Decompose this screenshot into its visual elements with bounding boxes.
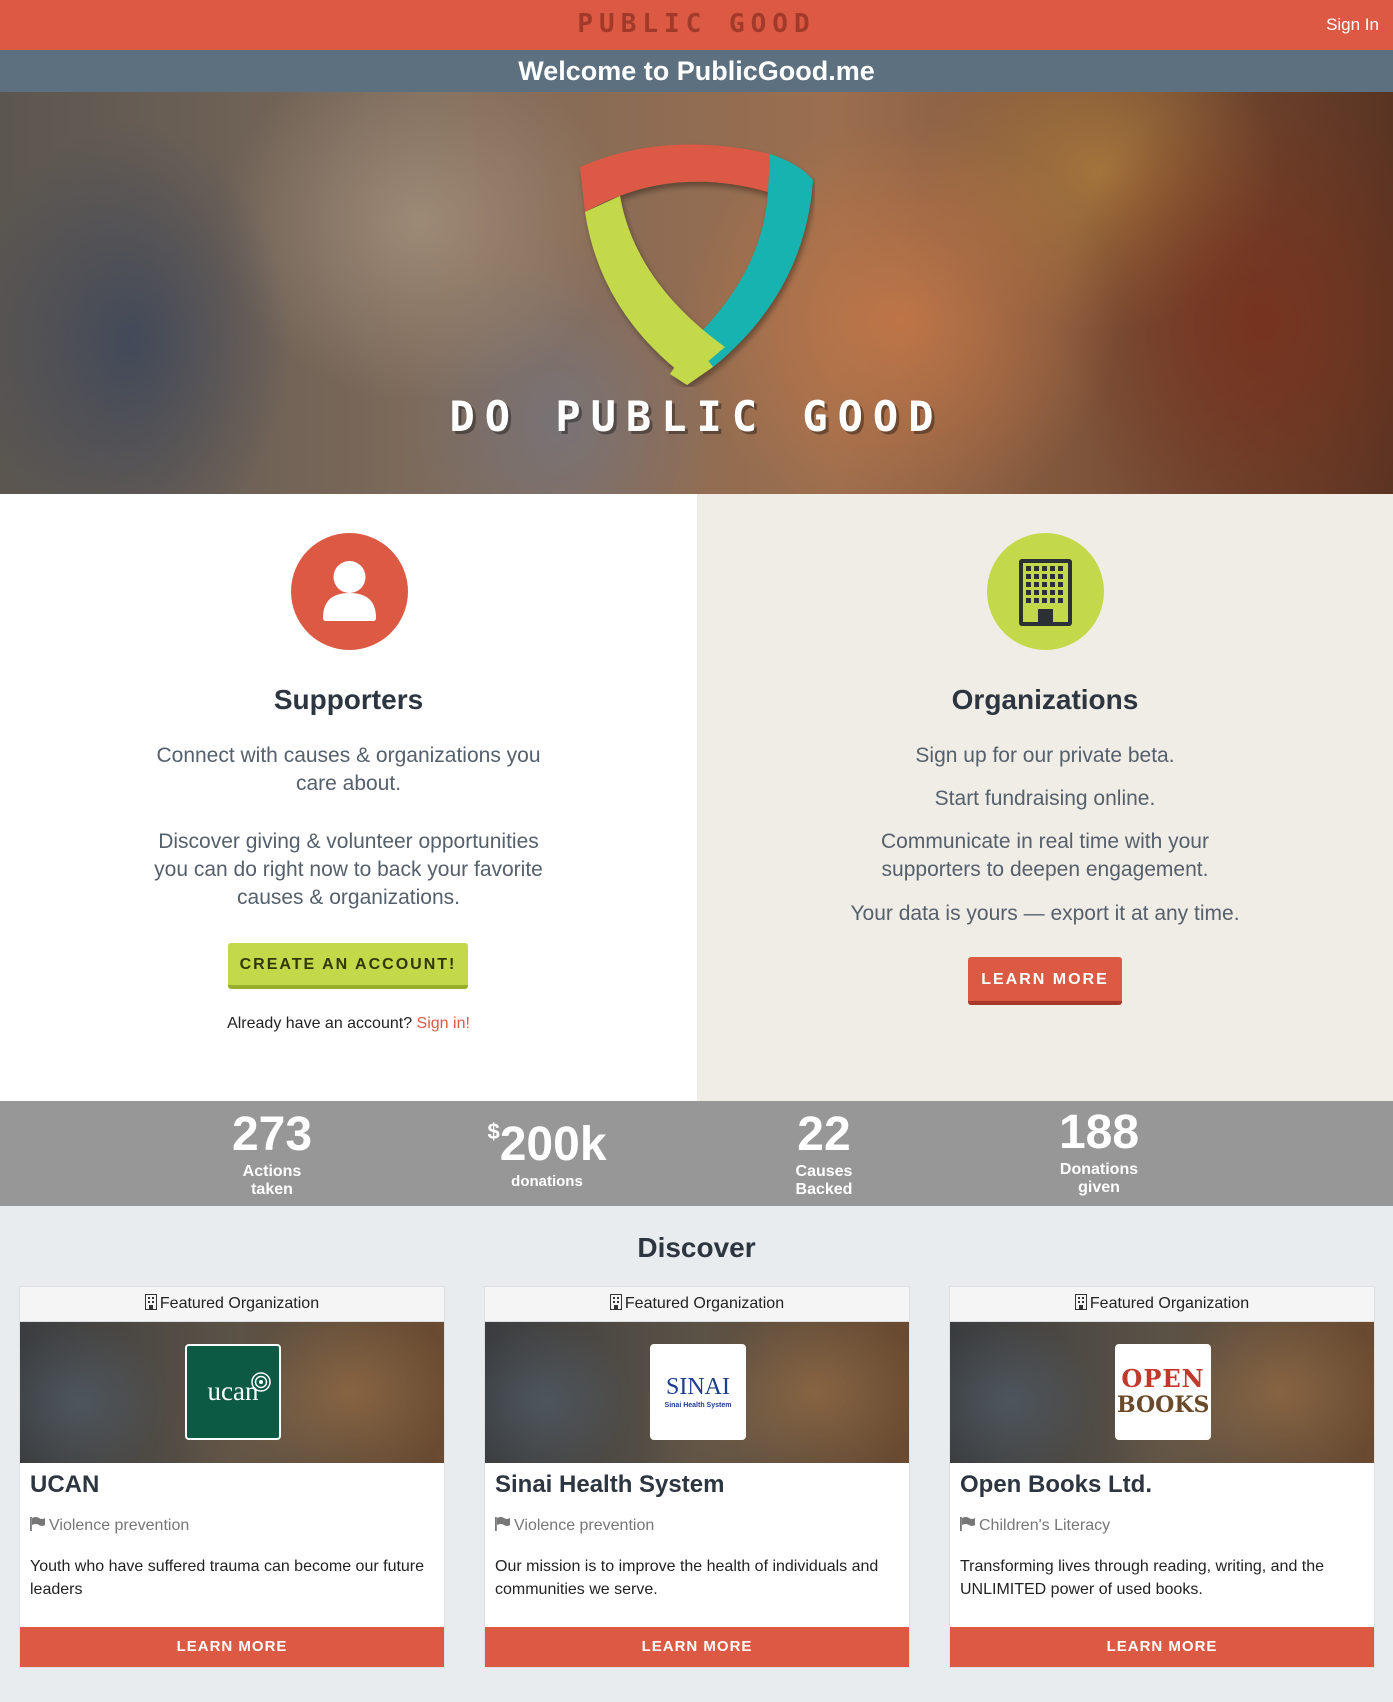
sinai-logo[interactable]: SINAI Sinai Health System [650, 1344, 746, 1440]
logo-subtext: Sinai Health System [664, 1402, 732, 1409]
flag-icon [960, 1517, 975, 1532]
stat-number: 188 [1058, 1106, 1140, 1159]
supporters-title: Supporters [273, 684, 424, 715]
stat-label: donations [511, 1173, 583, 1190]
brand-logo[interactable]: PUBLIC GOOD [0, 9, 1393, 39]
already-have-account: Already have an account? Sign in! [0, 1015, 697, 1033]
stat-label: Donations given [1059, 1161, 1139, 1196]
stats-bar: 273 Actions taken $200k donations 22 Cau… [0, 1101, 1393, 1206]
stat-donations-given: 188 Donations given [999, 1105, 1199, 1197]
stat-currency: $ [487, 1119, 500, 1144]
already-text: Already have an account? [227, 1015, 413, 1032]
card-category: Violence prevention [495, 1517, 654, 1535]
card-title[interactable]: Sinai Health System [495, 1471, 724, 1499]
card-description: Our mission is to improve the health of … [495, 1558, 879, 1598]
hero-section: DO PUBLIC GOOD [0, 92, 1393, 494]
building-icon [1019, 559, 1072, 626]
card-title[interactable]: UCAN [30, 1471, 99, 1499]
card-header-label: Featured Organization [159, 1295, 320, 1312]
stat-label: Actions taken [242, 1163, 302, 1198]
spiral-icon [251, 1372, 271, 1392]
stat-causes: 22 Causes Backed [724, 1107, 924, 1199]
stat-label: Causes Backed [795, 1163, 853, 1198]
building-icon [609, 1294, 622, 1311]
ucan-logo[interactable]: ucan [185, 1344, 281, 1440]
stat-number: 22 [797, 1108, 851, 1161]
supporters-panel: Supporters Connect with causes & organiz… [0, 494, 697, 1101]
building-icon [144, 1294, 157, 1311]
welcome-banner: Welcome to PublicGood.me [0, 50, 1393, 92]
category-label: Violence prevention [49, 1517, 190, 1534]
shield-logo-icon [580, 144, 813, 385]
hero-title: DO PUBLIC GOOD [449, 392, 944, 441]
card-header: Featured Organization [485, 1287, 909, 1322]
category-label: Violence prevention [514, 1517, 655, 1534]
org-learn-more-button[interactable]: LEARN MORE [968, 957, 1122, 1005]
flag-icon [30, 1517, 45, 1532]
flag-icon [495, 1517, 510, 1532]
card-category: Violence prevention [30, 1517, 189, 1535]
card-header: Featured Organization [20, 1287, 444, 1322]
logo-subtext: BOOKS [1117, 1392, 1210, 1418]
featured-org-card: Featured Organization OPEN BOOKS Open Bo… [949, 1286, 1375, 1668]
card-description: Youth who have suffered trauma can becom… [30, 1558, 425, 1598]
card-banner: SINAI Sinai Health System [485, 1322, 909, 1463]
card-header-label: Featured Organization [1089, 1295, 1250, 1312]
org-line-fundraising: Start fundraising online. [934, 787, 1156, 810]
stat-donations-amount: $200k donations [447, 1117, 647, 1191]
card-learn-more-button[interactable]: LEARN MORE [485, 1627, 909, 1667]
discover-title: Discover [637, 1232, 756, 1263]
org-line-communicate: Communicate in real time with your suppo… [881, 830, 1209, 881]
sign-in-inline-link[interactable]: Sign in! [417, 1015, 470, 1032]
card-banner: OPEN BOOKS [950, 1322, 1374, 1463]
sign-in-link[interactable]: Sign In [1326, 15, 1379, 35]
card-banner: ucan [20, 1322, 444, 1463]
card-category: Children's Literacy [960, 1517, 1110, 1535]
organizations-panel: Organizations Sign up for our private be… [697, 494, 1393, 1101]
organizations-title: Organizations [951, 684, 1139, 715]
open-books-logo[interactable]: OPEN BOOKS [1115, 1344, 1211, 1440]
create-account-button[interactable]: CREATE AN ACCOUNT! [228, 943, 468, 989]
org-line-data: Your data is yours — export it at any ti… [850, 902, 1240, 925]
card-description: Transforming lives through reading, writ… [960, 1558, 1325, 1598]
card-learn-more-button[interactable]: LEARN MORE [950, 1627, 1374, 1667]
card-header-label: Featured Organization [624, 1295, 785, 1312]
building-icon [1074, 1294, 1087, 1311]
user-icon [322, 561, 376, 621]
logo-text: OPEN [1121, 1364, 1205, 1393]
stat-number: 200k [499, 1118, 607, 1171]
featured-org-card: Featured Organization ucan UCAN Violence… [19, 1286, 445, 1668]
category-label: Children's Literacy [979, 1517, 1111, 1534]
supporters-intro: Connect with causes & organizations you … [156, 744, 541, 795]
stat-number: 273 [231, 1108, 313, 1161]
top-bar: PUBLIC GOOD Sign In [0, 0, 1393, 50]
featured-org-card: Featured Organization SINAI Sinai Health… [484, 1286, 910, 1668]
organization-circle [987, 533, 1104, 650]
card-title[interactable]: Open Books Ltd. [960, 1471, 1152, 1499]
card-learn-more-button[interactable]: LEARN MORE [20, 1627, 444, 1667]
supporters-description: Discover giving & volunteer opportunitie… [154, 830, 543, 909]
stat-actions: 273 Actions taken [172, 1107, 372, 1199]
card-header: Featured Organization [950, 1287, 1374, 1322]
org-line-beta: Sign up for our private beta. [915, 744, 1175, 767]
supporter-circle [290, 533, 408, 650]
logo-text: SINAI [666, 1374, 730, 1400]
